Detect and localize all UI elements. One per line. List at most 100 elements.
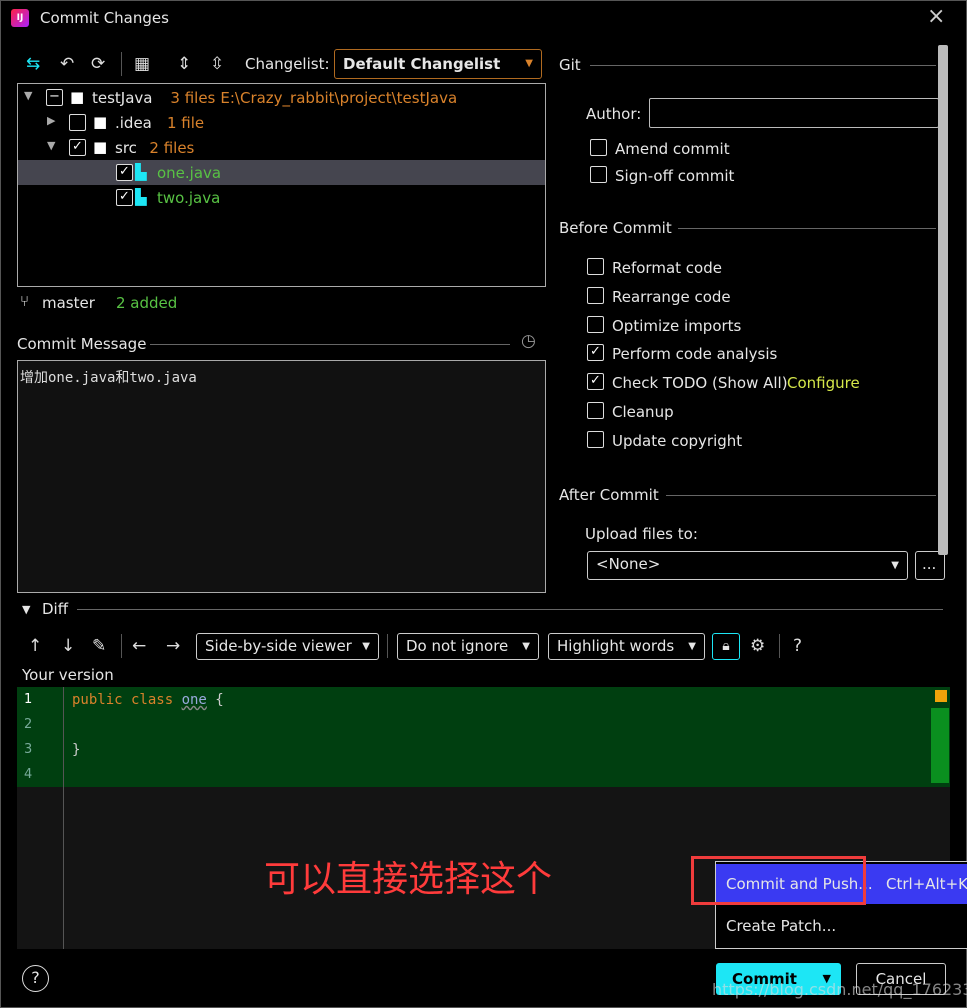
warning-marker bbox=[935, 690, 947, 702]
before-commit-checkbox[interactable] bbox=[587, 286, 604, 304]
collapse-all-icon[interactable]: ⇳ bbox=[210, 54, 224, 74]
edit-icon[interactable]: ✎ bbox=[92, 636, 106, 656]
upload-dropdown[interactable]: <None> ▼ bbox=[587, 551, 908, 580]
tree-item-name[interactable]: .idea bbox=[115, 114, 152, 132]
toolbar-divider bbox=[779, 634, 780, 658]
divider bbox=[590, 65, 936, 66]
before-commit-checkbox[interactable]: ✓ bbox=[587, 373, 604, 391]
compare-icon[interactable]: ⇆ bbox=[26, 54, 40, 74]
changelist-label: Changelist: bbox=[245, 55, 330, 73]
undo-icon[interactable]: ↶ bbox=[60, 54, 74, 74]
line-number: 1 bbox=[24, 692, 33, 707]
arrow-right-icon[interactable]: → bbox=[166, 636, 180, 656]
chevron-down-icon: ▼ bbox=[522, 641, 530, 652]
gear-icon[interactable]: ⚙ bbox=[750, 636, 765, 656]
change-marker bbox=[931, 708, 949, 783]
before-commit-label: Check TODO (Show All) bbox=[612, 374, 788, 393]
tree-item-name[interactable]: two.java bbox=[157, 189, 220, 207]
signoff-commit-checkbox[interactable] bbox=[590, 166, 607, 183]
changelist-value: Default Changelist bbox=[343, 55, 501, 73]
commit-message-text: 增加one.java和two.java bbox=[20, 370, 197, 386]
tree-item-count: 2 files bbox=[149, 139, 195, 157]
annotation-text: 可以直接选择这个 bbox=[264, 859, 553, 900]
expand-all-icon[interactable]: ⇕ bbox=[177, 54, 191, 74]
menu-item-shortcut: Ctrl+Alt+K bbox=[886, 875, 967, 893]
highlight-dropdown[interactable]: Highlight words ▼ bbox=[548, 633, 705, 660]
before-commit-label: Perform code analysis bbox=[612, 345, 778, 364]
chevron-down-icon: ▼ bbox=[891, 560, 899, 571]
diff-collapse-icon[interactable]: ▼ bbox=[22, 603, 30, 616]
browse-button[interactable]: ... bbox=[915, 551, 945, 580]
arrow-down-icon[interactable]: ↓ bbox=[61, 636, 75, 656]
author-input[interactable] bbox=[649, 98, 939, 128]
before-commit-label: Reformat code bbox=[612, 259, 722, 277]
before-commit-checkbox[interactable] bbox=[587, 315, 604, 333]
annotation-highlight-box bbox=[691, 856, 866, 905]
before-commit-label: Optimize imports bbox=[612, 316, 742, 335]
expand-arrow-icon[interactable]: ▼ bbox=[47, 139, 55, 152]
collapse-arrow-icon[interactable]: ▶ bbox=[47, 114, 55, 127]
tree-checkbox[interactable]: ✓ bbox=[116, 189, 133, 206]
tree-checkbox[interactable]: ✓ bbox=[116, 164, 133, 181]
code-token: one bbox=[181, 692, 207, 708]
tree-checkbox[interactable]: − bbox=[46, 89, 63, 106]
ignore-value: Do not ignore bbox=[406, 637, 509, 655]
amend-commit-label: Amend commit bbox=[615, 140, 730, 158]
before-commit-checkbox[interactable] bbox=[587, 402, 604, 419]
toolbar-divider bbox=[121, 634, 122, 658]
tree-item-name[interactable]: testJava bbox=[92, 89, 153, 107]
amend-commit-checkbox[interactable] bbox=[590, 139, 607, 156]
arrow-left-icon[interactable]: ← bbox=[132, 636, 146, 656]
line-number: 2 bbox=[24, 717, 33, 732]
before-commit-label: Update copyright bbox=[612, 431, 743, 450]
window-title: Commit Changes bbox=[40, 9, 169, 27]
before-commit-section-title: Before Commit bbox=[559, 219, 672, 237]
menu-item-create-patch[interactable]: Create Patch... bbox=[716, 906, 967, 946]
watermark: https://blog.csdn.net/qq_17623363 bbox=[712, 980, 967, 999]
tree-checkbox[interactable]: ✓ bbox=[69, 139, 86, 156]
author-label: Author: bbox=[586, 105, 642, 123]
ignore-dropdown[interactable]: Do not ignore ▼ bbox=[397, 633, 539, 660]
tree-checkbox[interactable] bbox=[69, 114, 86, 131]
java-file-icon: ▙ bbox=[135, 163, 147, 181]
close-icon[interactable]: × bbox=[927, 4, 945, 29]
changelist-dropdown[interactable]: Default Changelist ▼ bbox=[334, 49, 542, 79]
app-logo: IJ bbox=[11, 9, 29, 27]
chevron-down-icon: ▼ bbox=[688, 641, 696, 652]
help-button[interactable]: ? bbox=[22, 965, 49, 992]
before-commit-checkbox[interactable]: ✓ bbox=[587, 344, 604, 362]
branch-icon: ⑂ bbox=[20, 292, 30, 310]
commit-message-input[interactable]: 增加one.java和two.java bbox=[17, 360, 546, 593]
expand-arrow-icon[interactable]: ▼ bbox=[24, 89, 32, 102]
configure-link[interactable]: Configure bbox=[787, 374, 860, 392]
toolbar-divider bbox=[121, 52, 122, 76]
arrow-up-icon[interactable]: ↑ bbox=[28, 636, 42, 656]
tree-item-name[interactable]: src bbox=[115, 139, 137, 157]
chevron-down-icon: ▼ bbox=[362, 641, 370, 652]
tree-item-count: 3 files bbox=[170, 89, 216, 107]
commit-message-label: Commit Message bbox=[17, 335, 147, 353]
branch-name[interactable]: master bbox=[42, 294, 95, 312]
before-commit-checkbox[interactable] bbox=[587, 258, 604, 275]
viewer-value: Side-by-side viewer bbox=[205, 637, 352, 655]
history-icon[interactable]: ◷ bbox=[521, 331, 536, 351]
right-panel-scrollbar[interactable] bbox=[938, 45, 948, 555]
after-commit-section-title: After Commit bbox=[559, 486, 659, 504]
lock-icon[interactable]: 🔒︎ bbox=[712, 633, 740, 660]
viewer-dropdown[interactable]: Side-by-side viewer ▼ bbox=[196, 633, 379, 660]
tree-item-name[interactable]: one.java bbox=[157, 164, 221, 182]
code-token: public class bbox=[72, 692, 182, 708]
your-version-label: Your version bbox=[22, 666, 114, 684]
refresh-icon[interactable]: ⟳ bbox=[91, 54, 105, 74]
chevron-down-icon: ▼ bbox=[525, 58, 533, 69]
group-by-icon[interactable]: ▦ bbox=[134, 54, 150, 74]
help-icon[interactable]: ? bbox=[793, 636, 802, 656]
code-line: public class one { bbox=[72, 692, 224, 708]
upload-value: <None> bbox=[596, 555, 661, 573]
before-commit-label: Rearrange code bbox=[612, 287, 731, 306]
before-commit-checkbox[interactable] bbox=[587, 430, 604, 448]
upload-label: Upload files to: bbox=[585, 525, 698, 543]
git-section-title: Git bbox=[559, 56, 581, 74]
folder-icon: ■ bbox=[70, 88, 85, 106]
divider bbox=[150, 344, 510, 345]
